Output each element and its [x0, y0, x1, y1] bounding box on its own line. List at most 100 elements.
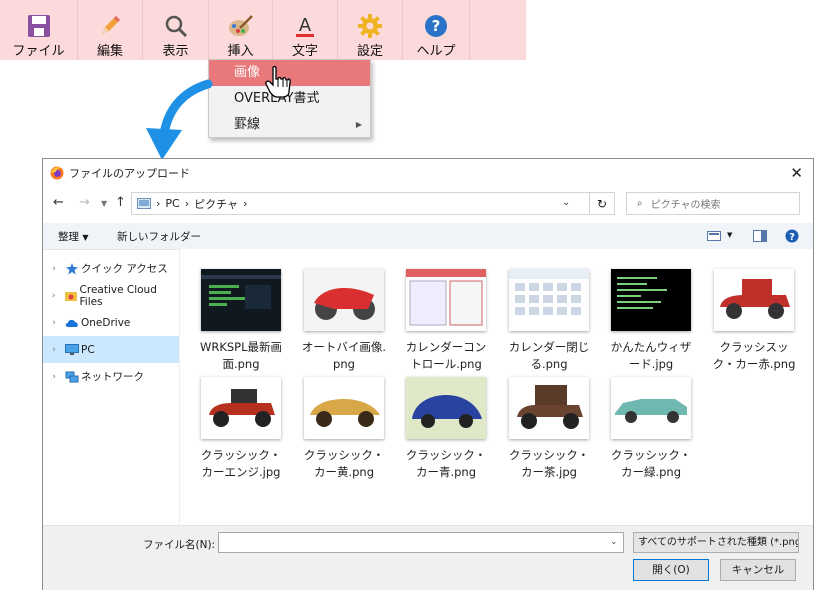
close-icon[interactable]: ✕ [790, 164, 803, 182]
file-item[interactable]: WRKSPL最新画面.png [196, 269, 286, 373]
sidebar-item-label: PC [81, 343, 95, 356]
view-dropdown-icon[interactable]: ▼ [727, 231, 732, 239]
file-grid: WRKSPL最新画面.png オートバイ画像.png カレンダーコントロール.p… [181, 249, 813, 525]
toolbar-help-button[interactable]: ? ヘルプ [403, 0, 470, 60]
toolbar-text-button[interactable]: A 文字 [273, 0, 338, 60]
menu-item-ruled-lines[interactable]: 罫線 ▶ [209, 112, 370, 138]
sidebar-item-onedrive[interactable]: › OneDrive [43, 309, 179, 336]
toolbar-insert-button[interactable]: 挿入 [209, 0, 273, 60]
recent-dropdown-icon[interactable]: ▼ [101, 199, 107, 208]
file-name: WRKSPL最新画面.png [199, 340, 283, 371]
sidebar-item-label: OneDrive [81, 316, 131, 329]
file-thumbnail [714, 269, 794, 331]
file-name: クラッシック・カー黄.png [303, 448, 385, 479]
monitor-icon [65, 343, 79, 355]
menu-item-label: 画像 [234, 65, 261, 80]
file-thumbnail [406, 269, 486, 331]
address-bar[interactable]: › PC › ピクチャ › [131, 192, 615, 215]
chevron-right-icon: › [52, 263, 56, 274]
file-item[interactable]: クラッシック・カー黄.png [299, 377, 389, 481]
view-options-icon[interactable] [707, 231, 721, 241]
toolbar-settings-button[interactable]: 設定 [338, 0, 403, 60]
sidebar-item-label: クイック アクセス [81, 263, 168, 275]
chevron-down-icon: ▼ [82, 233, 89, 242]
toolbar-file-button[interactable]: ファイル [0, 0, 78, 60]
svg-text:A: A [299, 15, 312, 36]
toolbar-edit-button[interactable]: 編集 [78, 0, 143, 60]
file-thumbnail [201, 377, 281, 439]
organize-label: 整理 [58, 231, 79, 243]
creative-cloud-folder-icon [64, 291, 77, 301]
dialog-footer: ファイル名(N): ⌄ すべてのサポートされた種類 (*.png; 開く(O) … [43, 525, 813, 590]
file-type-select[interactable]: すべてのサポートされた種類 (*.png; [633, 532, 799, 553]
toolbar-label: 編集 [96, 44, 123, 59]
filename-dropdown-icon[interactable]: ⌄ [610, 537, 618, 547]
file-name: クラッシック・カー茶.jpg [508, 448, 590, 479]
file-item[interactable]: クラッシック・カー緑.png [606, 377, 696, 481]
file-name: クラッシック・カーエンジ.jpg [200, 448, 282, 479]
command-bar: 整理 ▼ 新しいフォルダー ▼ ? [43, 223, 813, 250]
cloud-icon [65, 319, 78, 327]
chevron-right-icon: › [52, 371, 56, 382]
pencil-icon [102, 16, 120, 34]
pictures-folder-icon [137, 198, 151, 209]
file-thumbnail [406, 377, 486, 439]
file-thumbnail [611, 269, 691, 331]
breadcrumb-separator: › [156, 197, 161, 210]
sidebar-item-label: Creative Cloud Files [79, 283, 157, 308]
breadcrumb-separator: › [184, 197, 190, 210]
toolbar-label: 文字 [291, 44, 318, 59]
firefox-icon [50, 166, 64, 180]
gear-icon [358, 14, 382, 38]
file-upload-dialog: ファイルのアップロード ✕ ← → ▼ ↑ › PC › ピクチャ › ⌄ ↻ … [42, 158, 814, 590]
toolbar-label: 挿入 [227, 44, 254, 59]
address-dropdown-icon[interactable]: ⌄ [562, 197, 570, 208]
forward-arrow-icon[interactable]: → [79, 195, 90, 210]
file-item[interactable]: かんたんウィザード.jpg [606, 269, 696, 373]
filename-input[interactable] [218, 532, 624, 553]
file-item[interactable]: クラッシック・カー青.png [401, 377, 491, 481]
breadcrumb-separator: › [243, 197, 248, 210]
text-a-icon: A [296, 15, 314, 37]
toolbar-label: 表示 [162, 44, 189, 59]
file-item[interactable]: クラッシスック・カー赤.png [709, 269, 799, 373]
sidebar-item-pc[interactable]: › PC [43, 336, 179, 363]
file-thumbnail [304, 269, 384, 331]
file-thumbnail [509, 269, 589, 331]
file-item[interactable]: カレンダー閉じる.png [504, 269, 594, 373]
menu-item-label: 罫線 [234, 117, 261, 132]
file-name: オートバイ画像.png [301, 340, 387, 371]
toolbar-view-button[interactable]: 表示 [143, 0, 209, 60]
sidebar-item-creative-cloud[interactable]: › Creative Cloud Files [43, 282, 179, 309]
sidebar-item-network[interactable]: › ネットワーク [43, 363, 179, 390]
file-item[interactable]: カレンダーコントロール.png [401, 269, 491, 373]
organize-button[interactable]: 整理 ▼ [58, 229, 89, 244]
toolbar-label: ヘルプ [416, 44, 456, 59]
new-folder-button[interactable]: 新しいフォルダー [117, 229, 201, 244]
up-arrow-icon[interactable]: ↑ [115, 195, 126, 210]
file-item[interactable]: クラッシック・カー茶.jpg [504, 377, 594, 481]
network-icon [65, 371, 79, 382]
refresh-button[interactable]: ↻ [589, 192, 615, 215]
file-name: クラッシック・カー緑.png [610, 448, 692, 479]
help-icon[interactable]: ? [785, 229, 799, 243]
preview-pane-icon[interactable] [753, 230, 767, 242]
search-box[interactable]: ⌕ ピクチャの検索 [626, 192, 800, 215]
back-arrow-icon[interactable]: ← [53, 195, 64, 210]
paint-palette-icon [228, 15, 253, 36]
toolbar-label: ファイル [12, 44, 65, 59]
sidebar-item-quick-access[interactable]: › クイック アクセス [43, 255, 179, 282]
navigation-row: ← → ▼ ↑ › PC › ピクチャ › ⌄ ↻ ⌕ ピクチャの検索 [43, 187, 813, 221]
open-button[interactable]: 開く(O) [633, 559, 709, 581]
filename-label: ファイル名(N): [143, 539, 216, 551]
cancel-button[interactable]: キャンセル [720, 559, 796, 581]
file-name: かんたんウィザード.jpg [610, 340, 692, 371]
breadcrumb-pictures[interactable]: ピクチャ [194, 196, 238, 212]
breadcrumb-pc[interactable]: PC [165, 197, 179, 210]
file-item[interactable]: クラッシック・カーエンジ.jpg [196, 377, 286, 481]
toolbar-label: 設定 [356, 44, 383, 59]
app-toolbar: ファイル 編集 表示 挿入 A 文字 設定 ? ヘルプ [0, 0, 526, 60]
file-item[interactable]: オートバイ画像.png [299, 269, 389, 373]
magnifier-icon [165, 15, 187, 38]
curved-arrow-icon [146, 79, 213, 160]
